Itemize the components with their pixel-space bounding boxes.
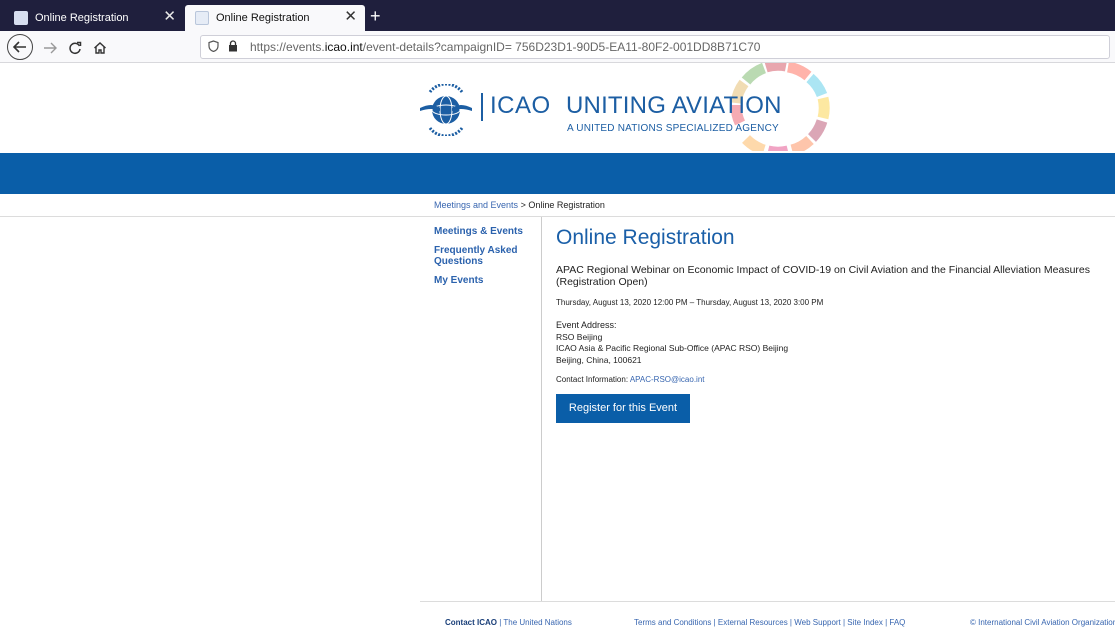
address-bar[interactable]: https://events.icao.int/event-details?ca… (200, 35, 1110, 59)
main-content: Online Registration APAC Regional Webina… (556, 226, 1111, 423)
tab-1-label: Online Registration (35, 12, 129, 24)
navigation-band (0, 153, 1115, 194)
page-favicon-icon (195, 11, 209, 25)
browser-tab-bar: Online Registration ✕ Online Registratio… (0, 0, 1115, 31)
forward-arrow-icon[interactable] (38, 36, 62, 60)
site-header: ICAO UNITING AVIATION A UNITED NATIONS S… (0, 63, 1115, 153)
event-date: Thursday, August 13, 2020 12:00 PM – Thu… (556, 298, 824, 307)
browser-tab-2-active[interactable]: Online Registration ✕ (185, 5, 365, 31)
footer-rule (420, 601, 1115, 602)
icao-emblem-logo (420, 84, 472, 136)
contact-information: Contact Information: APAC-RSO@icao.int (556, 375, 1111, 384)
breadcrumb-current: Online Registration (528, 200, 605, 210)
sidebar-item-faq[interactable]: Frequently Asked Questions (434, 245, 534, 267)
page-title: Online Registration (556, 226, 735, 249)
reload-icon[interactable] (63, 36, 87, 60)
breadcrumb-link-meetings[interactable]: Meetings and Events (434, 200, 518, 210)
content-divider (541, 217, 542, 602)
sidebar-menu: Meetings & Events Frequently Asked Quest… (434, 226, 534, 294)
footer-un-link[interactable]: The United Nations (503, 618, 571, 627)
address-line: ICAO Asia & Pacific Regional Sub-Office … (556, 343, 789, 353)
address-line: RSO Beijing (556, 331, 603, 342)
footer-copyright: © International Civil Aviation Organizat… (970, 618, 1115, 627)
new-tab-icon[interactable]: + (370, 6, 381, 26)
sidebar-item-my-events[interactable]: My Events (434, 275, 534, 286)
tab-close-icon[interactable]: ✕ (163, 9, 176, 25)
sidebar-item-meetings-events[interactable]: Meetings & Events (434, 226, 534, 237)
page-footer: Contact ICAO | The United Nations Terms … (0, 617, 1115, 628)
padlock-icon[interactable] (228, 39, 242, 55)
tab-close-icon[interactable]: ✕ (344, 9, 357, 25)
browser-tab-1[interactable]: Online Registration ✕ (4, 5, 184, 31)
logo-agency-text: A UNITED NATIONS SPECIALIZED AGENCY (567, 123, 779, 134)
event-address-label: Event Address: (556, 320, 617, 330)
breadcrumb: Meetings and Events > Online Registratio… (434, 200, 605, 210)
browser-nav-bar: https://events.icao.int/event-details?ca… (0, 31, 1115, 63)
breadcrumb-rule (0, 216, 1115, 217)
event-title: APAC Regional Webinar on Economic Impact… (556, 264, 1091, 288)
event-address: Event Address: RSO Beijing ICAO Asia & P… (556, 320, 1111, 366)
contact-email-link[interactable]: APAC-RSO@icao.int (630, 375, 705, 384)
breadcrumb-separator: > (518, 200, 529, 210)
url-text[interactable]: https://events.icao.int/event-details?ca… (250, 40, 760, 54)
tab-2-label: Online Registration (216, 12, 310, 24)
footer-links[interactable]: Terms and Conditions | External Resource… (634, 618, 905, 627)
footer-contact: Contact ICAO | The United Nations (445, 618, 572, 627)
footer-contact-link[interactable]: Contact ICAO (445, 618, 497, 627)
logo-divider (481, 93, 483, 121)
address-line: Beijing, China, 100621 (556, 354, 642, 365)
back-arrow-icon[interactable] (7, 34, 33, 60)
page-favicon-icon (14, 11, 28, 25)
logo-icao-text: ICAO (490, 92, 551, 119)
contact-label: Contact Information: (556, 375, 629, 384)
register-button[interactable]: Register for this Event (556, 394, 690, 423)
logo-tagline: UNITING AVIATION (566, 92, 782, 119)
tracking-shield-icon[interactable] (208, 39, 222, 55)
home-icon[interactable] (88, 36, 112, 60)
